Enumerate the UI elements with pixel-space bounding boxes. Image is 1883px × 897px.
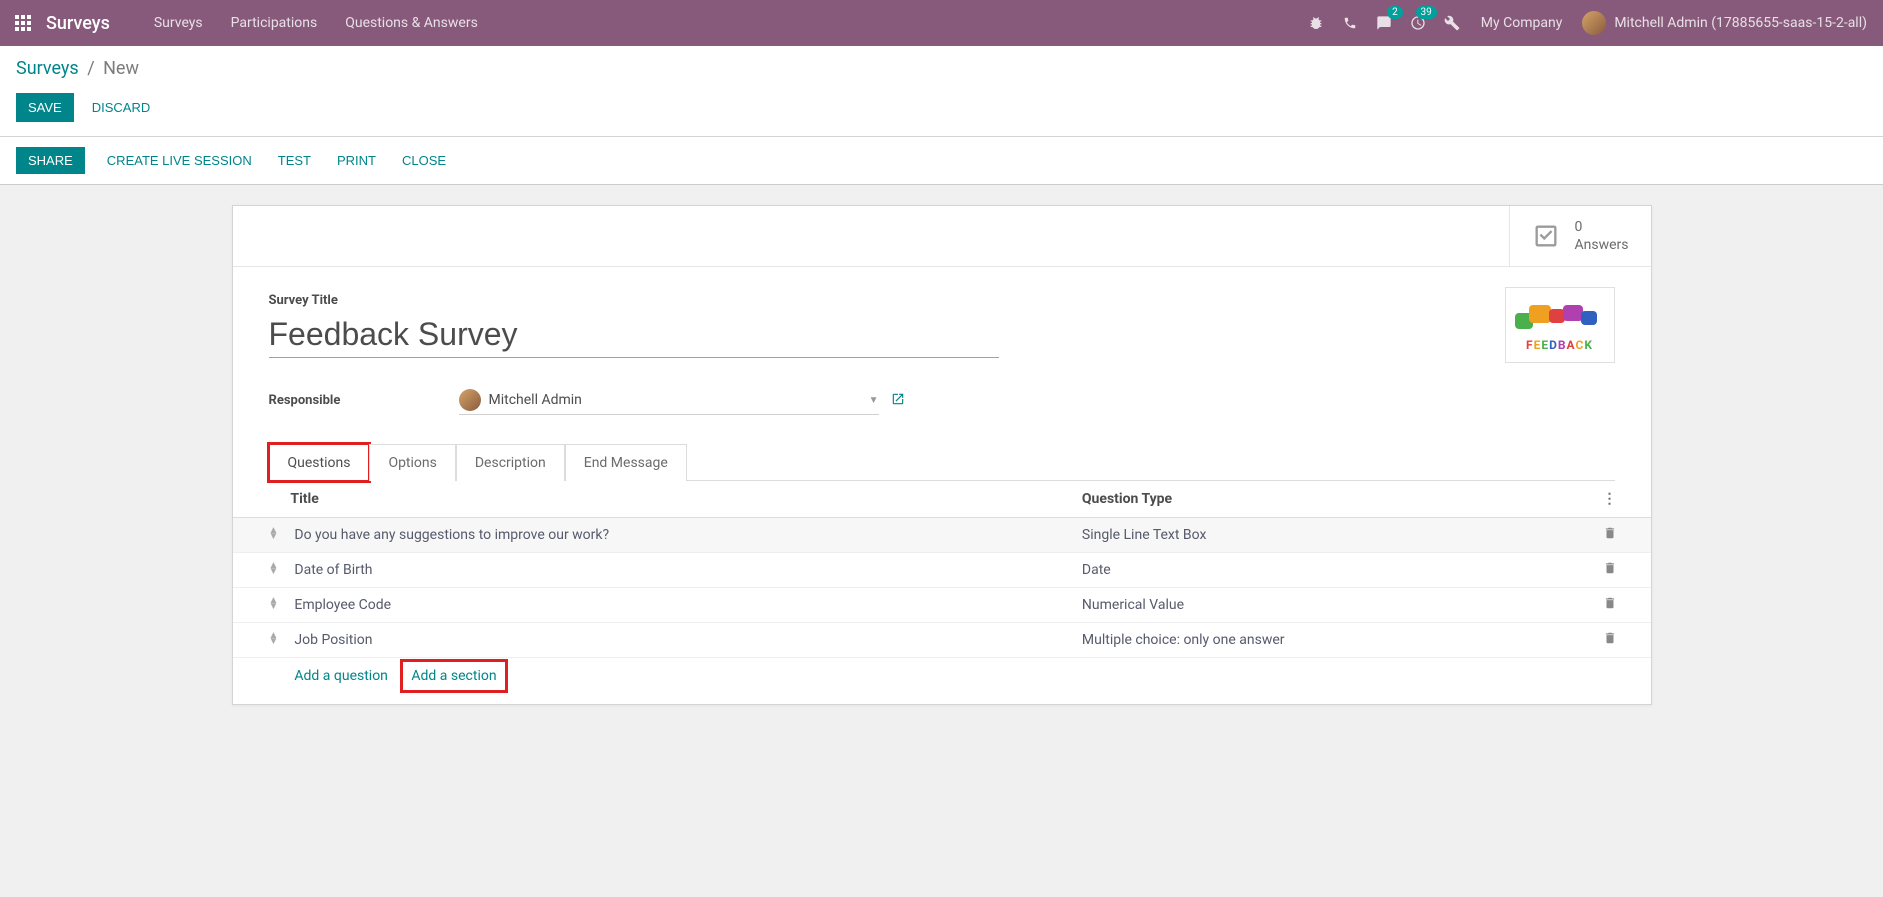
table-row[interactable]: ▲▼ Job Position Multiple choice: only on… [233, 623, 1651, 658]
table-row[interactable]: ▲▼ Date of Birth Date [233, 553, 1651, 588]
sheet-background: 0 Answers FEEDBACK Survey Title Responsi… [0, 185, 1883, 725]
breadcrumb-current: New [103, 58, 139, 79]
responsible-value: Mitchell Admin [489, 392, 869, 408]
table-menu-icon[interactable]: ⋮ [1603, 491, 1617, 507]
drag-handle-icon[interactable]: ▲▼ [269, 528, 279, 540]
tab-end-message[interactable]: End Message [565, 444, 687, 481]
activities-badge: 39 [1416, 6, 1437, 19]
delete-row-icon[interactable] [1603, 563, 1617, 579]
drag-handle-icon[interactable]: ▲▼ [269, 598, 279, 610]
table-row[interactable]: ▲▼ Do you have any suggestions to improv… [233, 518, 1651, 553]
survey-title-label: Survey Title [269, 293, 1615, 308]
row-title: Job Position [286, 623, 1074, 658]
drag-handle-icon[interactable]: ▲▼ [269, 633, 279, 645]
user-menu[interactable]: Mitchell Admin (17885655-saas-15-2-all) [1574, 11, 1875, 35]
row-type: Numerical Value [1074, 588, 1595, 623]
breadcrumb-parent[interactable]: Surveys [16, 58, 79, 79]
row-type: Multiple choice: only one answer [1074, 623, 1595, 658]
survey-image[interactable]: FEEDBACK [1505, 287, 1615, 363]
user-name: Mitchell Admin (17885655-saas-15-2-all) [1614, 15, 1867, 31]
save-button[interactable]: Save [16, 93, 74, 122]
delete-row-icon[interactable] [1603, 633, 1617, 649]
add-row: Add a question Add a section [233, 658, 1651, 695]
user-avatar [1582, 11, 1606, 35]
responsible-avatar [459, 389, 481, 411]
table-row[interactable]: ▲▼ Employee Code Numerical Value [233, 588, 1651, 623]
share-button[interactable]: Share [16, 147, 85, 174]
app-brand[interactable]: Surveys [46, 13, 110, 34]
discard-button[interactable]: Discard [92, 93, 151, 122]
test-button[interactable]: Test [274, 147, 315, 174]
apps-icon[interactable] [8, 8, 38, 38]
tab-description[interactable]: Description [456, 444, 565, 481]
top-navbar: Surveys Surveys Participations Questions… [0, 0, 1883, 46]
create-live-session-button[interactable]: Create Live Session [103, 147, 256, 174]
col-header-title: Title [286, 481, 1074, 518]
phone-icon[interactable] [1333, 0, 1367, 46]
external-link-icon[interactable] [891, 392, 905, 410]
row-title: Date of Birth [286, 553, 1074, 588]
drag-handle-icon[interactable]: ▲▼ [269, 563, 279, 575]
statusbar: Share Create Live Session Test Print Clo… [0, 137, 1883, 185]
nav-questions-answers[interactable]: Questions & Answers [331, 0, 492, 46]
check-square-icon [1532, 222, 1560, 250]
row-title: Employee Code [286, 588, 1074, 623]
close-button[interactable]: Close [398, 147, 450, 174]
breadcrumb: Surveys / New [16, 58, 139, 79]
questions-table: Title Question Type ⋮ ▲▼ Do you have any… [233, 481, 1651, 694]
answers-label: Answers [1574, 236, 1628, 254]
messages-icon[interactable]: 2 [1367, 0, 1401, 46]
control-panel: Surveys / New Save Discard [0, 46, 1883, 137]
debug-icon[interactable] [1299, 0, 1333, 46]
tab-questions[interactable]: Questions [269, 444, 370, 481]
delete-row-icon[interactable] [1603, 598, 1617, 614]
row-type: Single Line Text Box [1074, 518, 1595, 553]
tab-options[interactable]: Options [369, 444, 455, 481]
nav-surveys[interactable]: Surveys [140, 0, 217, 46]
form-tabs: Questions Options Description End Messag… [269, 443, 1615, 481]
chevron-down-icon: ▼ [869, 395, 879, 406]
nav-participations[interactable]: Participations [217, 0, 332, 46]
col-header-type: Question Type [1074, 481, 1595, 518]
breadcrumb-separator: / [87, 58, 94, 79]
add-section-link[interactable]: Add a section [403, 662, 504, 690]
add-question-link[interactable]: Add a question [294, 668, 388, 684]
answers-stat-button[interactable]: 0 Answers [1509, 206, 1650, 266]
delete-row-icon[interactable] [1603, 528, 1617, 544]
row-type: Date [1074, 553, 1595, 588]
company-selector[interactable]: My Company [1469, 15, 1575, 31]
tools-icon[interactable] [1435, 0, 1469, 46]
responsible-field[interactable]: Mitchell Admin ▼ [459, 386, 879, 415]
survey-title-input[interactable] [269, 312, 999, 358]
answers-count: 0 [1574, 218, 1628, 236]
print-button[interactable]: Print [333, 147, 380, 174]
responsible-label: Responsible [269, 393, 459, 408]
form-sheet: 0 Answers FEEDBACK Survey Title Responsi… [232, 205, 1652, 705]
survey-image-caption: FEEDBACK [1526, 338, 1593, 352]
stat-button-box: 0 Answers [233, 206, 1651, 267]
row-title: Do you have any suggestions to improve o… [286, 518, 1074, 553]
activities-icon[interactable]: 39 [1401, 0, 1435, 46]
